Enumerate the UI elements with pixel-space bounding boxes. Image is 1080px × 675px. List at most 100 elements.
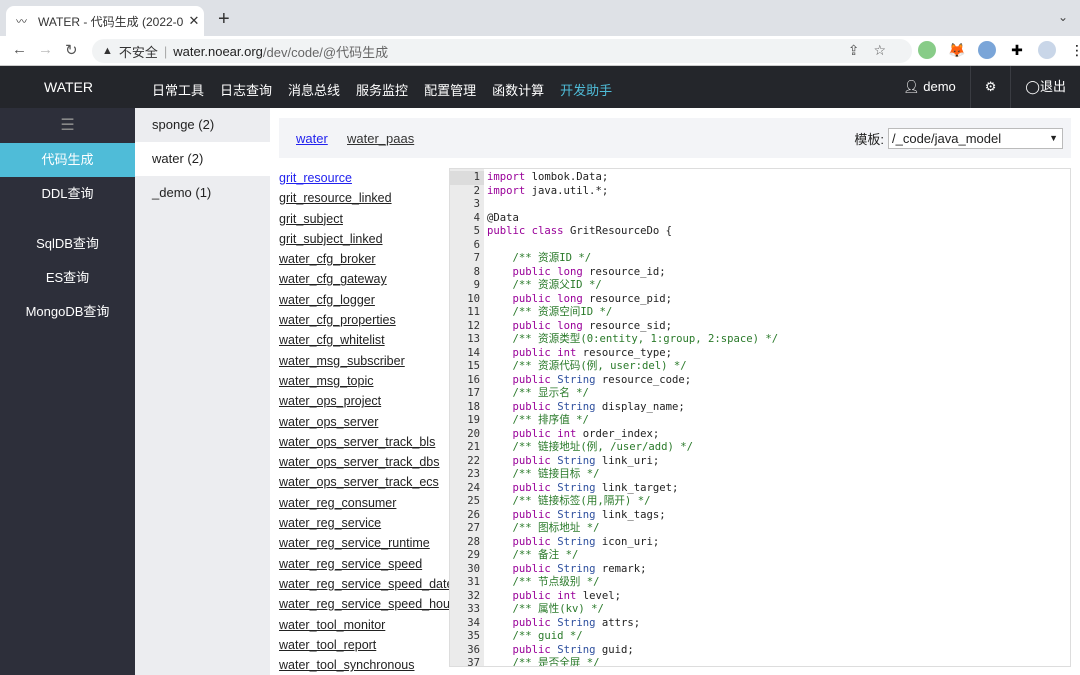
group-item[interactable]: water (2) — [135, 142, 270, 176]
table-link[interactable]: water_cfg_gateway — [279, 269, 449, 289]
warning-icon: ▲ — [102, 45, 113, 57]
code-line: 25 /** 链接标签(用,隔开) */ — [467, 495, 651, 507]
code-line: 19 /** 排序值 */ — [467, 414, 589, 426]
code-line: 15 /** 资源代码(例, user:del) */ — [467, 360, 687, 372]
gears-icon: ⚙ — [984, 79, 997, 94]
sidebar-item[interactable]: ES查询 — [0, 261, 135, 295]
table-link[interactable]: water_cfg_whitelist — [279, 330, 449, 350]
table-link[interactable]: water_tool_synchronous — [279, 655, 449, 675]
nav-item[interactable]: 配置管理 — [424, 80, 476, 99]
code-line: 26 public String link_tags; — [467, 508, 666, 521]
sidebar-item[interactable]: 代码生成 — [0, 143, 135, 177]
forward-icon[interactable]: → — [38, 41, 53, 58]
new-tab-icon[interactable]: + — [218, 8, 230, 31]
code-editor[interactable]: 1 import lombok.Data; 2 import java.util.*;… — [449, 168, 1071, 667]
back-icon[interactable]: ← — [12, 41, 27, 58]
nav-item[interactable]: 服务监控 — [356, 80, 408, 99]
code-line: 21 /** 链接地址(例, /user/add) */ — [467, 441, 694, 453]
table-link[interactable]: water_reg_service — [279, 513, 449, 533]
table-link[interactable]: water_reg_consumer — [279, 493, 449, 513]
table-link[interactable]: water_tool_monitor — [279, 615, 449, 635]
table-link[interactable]: grit_subject — [279, 209, 449, 229]
url-host: water.noear.org — [173, 43, 263, 59]
code-line: 9 /** 资源父ID */ — [473, 279, 602, 291]
extension-blue-icon[interactable] — [978, 41, 996, 59]
extension-green-icon[interactable] — [918, 41, 936, 59]
template-label: 模板: — [854, 132, 884, 147]
profile-avatar[interactable] — [1038, 41, 1056, 59]
nav-item[interactable]: 函数计算 — [492, 80, 544, 99]
logout-button[interactable]: ◯退出 — [1010, 66, 1080, 108]
chevron-down-icon[interactable]: ⌄ — [1058, 10, 1068, 24]
url-input[interactable]: ▲ 不安全 | water.noear.org/dev/code/@代码生成 ⇪… — [92, 39, 912, 63]
table-link[interactable]: water_ops_server_track_ecs — [279, 472, 449, 492]
table-link[interactable]: water_ops_server — [279, 412, 449, 432]
sidebar-item[interactable]: MongoDB查询 — [0, 295, 135, 329]
star-icon[interactable]: ☆ — [873, 42, 900, 58]
nav-item[interactable]: 开发助手 — [560, 80, 612, 99]
tab-water[interactable]: water — [296, 131, 328, 146]
table-link[interactable]: water_reg_service_runtime — [279, 533, 449, 553]
table-link[interactable]: water_ops_server_track_bls — [279, 432, 449, 452]
table-link[interactable]: water_msg_subscriber — [279, 351, 449, 371]
address-bar-row: ← → ↻ ▲ 不安全 | water.noear.org/dev/code/@… — [0, 36, 1080, 66]
tab-water-paas[interactable]: water_paas — [347, 131, 414, 146]
table-link[interactable]: water_reg_service_speed_date — [279, 574, 449, 594]
code-line: 34 public String attrs; — [467, 616, 641, 629]
database-tabs: water water_paas 模板: /_code/java_model ▼ — [279, 118, 1071, 158]
template-select[interactable]: /_code/java_model ▼ — [888, 128, 1063, 149]
user-menu[interactable]: 👤︎ demo — [889, 66, 970, 108]
table-link[interactable]: water_reg_service_speed_hour — [279, 594, 449, 614]
table-list: grit_resource grit_resource_linked grit_su… — [279, 168, 449, 675]
table-link[interactable]: grit_subject_linked — [279, 229, 449, 249]
group-item[interactable]: sponge (2) — [135, 108, 270, 142]
table-link[interactable]: water_cfg_properties — [279, 310, 449, 330]
code-line: 5 public class GritResourceDo { — [473, 225, 672, 237]
table-link[interactable]: water_reg_service_speed — [279, 554, 449, 574]
table-link[interactable]: grit_resource — [279, 168, 449, 188]
metamask-icon[interactable]: 🦊 — [948, 41, 966, 59]
table-link[interactable]: water_msg_topic — [279, 371, 449, 391]
table-link[interactable]: grit_resource_linked — [279, 188, 449, 208]
code-line: 35 /** guid */ — [467, 630, 583, 642]
table-link[interactable]: water_cfg_logger — [279, 290, 449, 310]
code-line: 10 public long resource_pid; — [467, 292, 672, 305]
template-value: /_code/java_model — [892, 131, 1002, 146]
settings-button[interactable]: ⚙ — [969, 66, 1011, 108]
code-line: 14 public int resource_type; — [467, 346, 672, 359]
puzzle-icon[interactable]: ✚ — [1008, 41, 1026, 59]
share-icon[interactable]: ⇪ — [848, 42, 874, 58]
browser-tab-bar: 〰 WATER - 代码生成 (2022-03-19 ✕ + ⌄ — [0, 0, 1080, 36]
code-line: 2 import java.util.*; — [473, 184, 609, 197]
reload-icon[interactable]: ↻ — [65, 41, 78, 59]
close-tab-icon[interactable]: ✕ — [184, 13, 204, 29]
url-path: /dev/code/@代码生成 — [262, 44, 389, 60]
power-icon: ◯ — [1025, 79, 1040, 94]
table-link[interactable]: water_ops_server_track_dbs — [279, 452, 449, 472]
code-line: 1 import lombok.Data; — [450, 171, 1070, 185]
tab-title: WATER - 代码生成 (2022-03-19 — [38, 14, 184, 29]
table-link[interactable]: water_ops_project — [279, 391, 449, 411]
more-icon[interactable]: ⋮ — [1068, 41, 1080, 59]
sidebar: ☰ 代码生成 DDL查询 SqlDB查询 ES查询 MongoDB查询 — [0, 108, 135, 675]
sidebar-item[interactable]: SqlDB查询 — [0, 227, 135, 261]
app-nav: WATER 日常工具 日志查询 消息总线 服务监控 配置管理 函数计算 开发助手 👤︎ de… — [0, 66, 1080, 108]
sidebar-item[interactable]: DDL查询 — [0, 177, 135, 211]
code-line: 31 /** 节点级别 */ — [467, 576, 600, 588]
browser-tab[interactable]: 〰 WATER - 代码生成 (2022-03-19 ✕ — [6, 6, 204, 36]
table-link[interactable]: water_cfg_broker — [279, 249, 449, 269]
hamburger-icon[interactable]: ☰ — [0, 108, 135, 143]
code-line: 4 @Data — [473, 211, 519, 224]
group-item[interactable]: _demo (1) — [135, 176, 270, 210]
table-link[interactable]: water_tool_report — [279, 635, 449, 655]
logout-label: 退出 — [1039, 79, 1066, 94]
caret-down-icon: ▼ — [1049, 133, 1058, 143]
nav-item[interactable]: 日志查询 — [220, 80, 272, 99]
nav-item[interactable]: 日常工具 — [152, 80, 204, 99]
code-line: 18 public String display_name; — [467, 400, 685, 413]
user-icon: 👤︎ — [903, 79, 920, 94]
username: demo — [923, 79, 956, 94]
code-line: 37 /** 是否全屏 */ — [467, 657, 600, 667]
code-line: 27 /** 图标地址 */ — [467, 522, 600, 534]
nav-item[interactable]: 消息总线 — [288, 80, 340, 99]
